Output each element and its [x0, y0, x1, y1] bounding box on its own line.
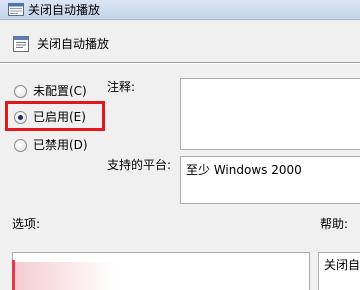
window-title: 关闭自动播放	[28, 3, 101, 17]
comment-textarea[interactable]	[180, 78, 360, 150]
platform-label: 支持的平台:	[107, 158, 172, 172]
radio-button[interactable]	[14, 138, 27, 152]
header-divider	[0, 62, 360, 64]
help-text: 关闭自	[324, 258, 360, 272]
setting-icon	[13, 36, 29, 52]
help-label: 帮助:	[320, 217, 349, 231]
radio-disabled[interactable]: 已禁用(D)	[14, 137, 88, 153]
options-label: 选项:	[12, 217, 41, 231]
platform-value: 至少 Windows 2000	[186, 163, 302, 177]
platform-box: 至少 Windows 2000	[180, 156, 360, 204]
radio-label: 已禁用(D)	[33, 138, 88, 152]
radio-button[interactable]	[14, 84, 27, 98]
radio-label: 未配置(C)	[33, 84, 87, 98]
options-panel-highlight	[15, 262, 115, 290]
comment-label: 注释:	[107, 80, 136, 94]
title-bar[interactable]: 关闭自动播放	[0, 0, 360, 20]
highlight-box	[5, 101, 105, 131]
policy-icon	[8, 3, 24, 16]
group-policy-setting-window: 关闭自动播放 关闭自动播放 未配置(C) 已启用(E) 已禁用(D) 注释: 支…	[0, 0, 360, 290]
radio-not-configured[interactable]: 未配置(C)	[14, 83, 87, 99]
help-panel[interactable]: 关闭自	[318, 252, 360, 290]
setting-title: 关闭自动播放	[37, 37, 110, 51]
